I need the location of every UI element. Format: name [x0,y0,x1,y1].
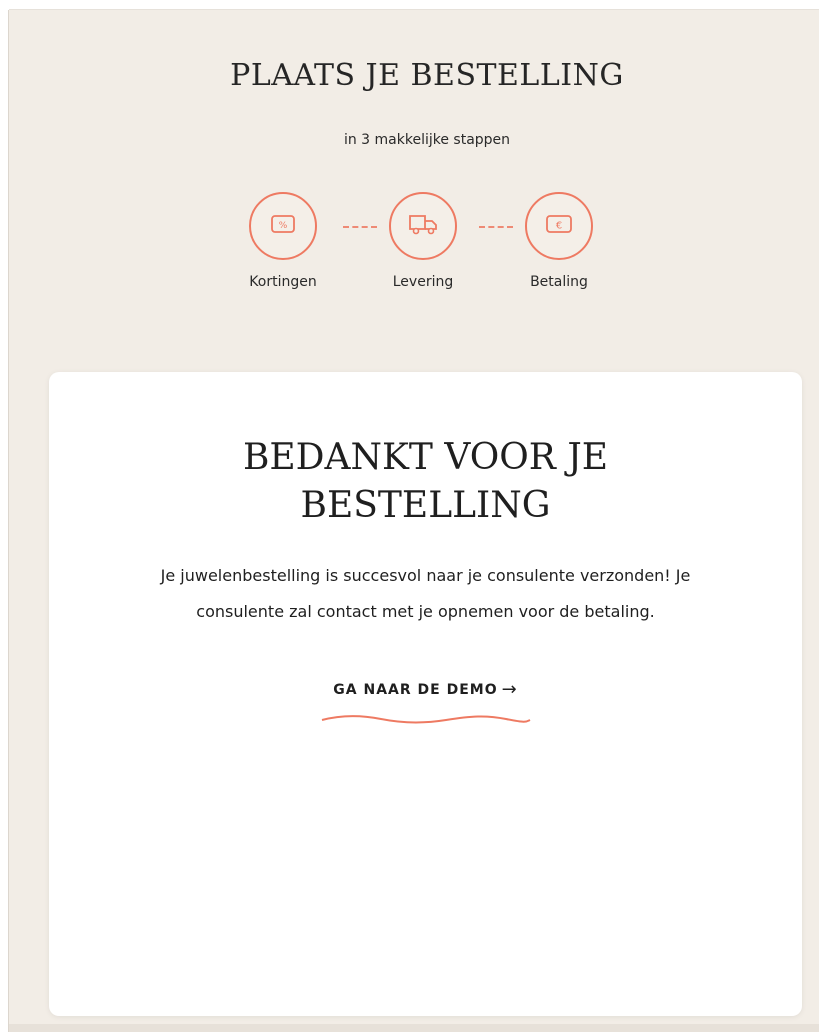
step-circle-betaling: € [525,192,593,260]
page-frame: PLAATS JE BESTELLING in 3 makkelijke sta… [9,10,819,1032]
step-kortingen: % Kortingen [223,192,343,290]
confirmation-card: BEDANKT VOOR JE BESTELLING Je juwelenbes… [49,372,802,1016]
step-label: Levering [392,274,454,290]
page-title: PLAATS JE BESTELLING [230,58,624,93]
page-subtitle: in 3 makkelijke stappen [343,132,511,148]
svg-text:€: € [556,220,562,231]
wavy-underline [321,715,531,724]
step-label: Kortingen [249,274,317,290]
svg-text:%: % [279,221,288,231]
go-to-demo-label: GA NAAR DE DEMO [333,682,498,698]
percent-tag-icon: % [270,214,296,239]
confirmation-message-line: consulente zal contact met je opnemen vo… [196,602,655,621]
step-betaling: € Betaling [499,192,619,290]
bottom-edge [9,1024,819,1032]
confirmation-title: BEDANKT VOOR JE BESTELLING [49,434,802,530]
go-to-demo-link[interactable]: GA NAAR DE DEMO → [319,678,532,700]
euro-payment-icon: € [545,214,573,239]
confirmation-title-line: BEDANKT VOOR JE [242,437,609,478]
confirmation-message: Je juwelenbestelling is succesvol naar j… [99,558,752,630]
confirmation-message-line: Je juwelenbestelling is succesvol naar j… [160,566,691,585]
confirmation-title-line: BESTELLING [300,485,551,526]
step-circle-kortingen: % [249,192,317,260]
arrow-right-icon: → [501,679,518,700]
step-label: Betaling [530,274,588,290]
order-steps: % Kortingen Levering € Betaling [9,192,819,302]
delivery-truck-icon [407,212,439,241]
step-levering: Levering [363,192,483,290]
step-circle-levering [389,192,457,260]
